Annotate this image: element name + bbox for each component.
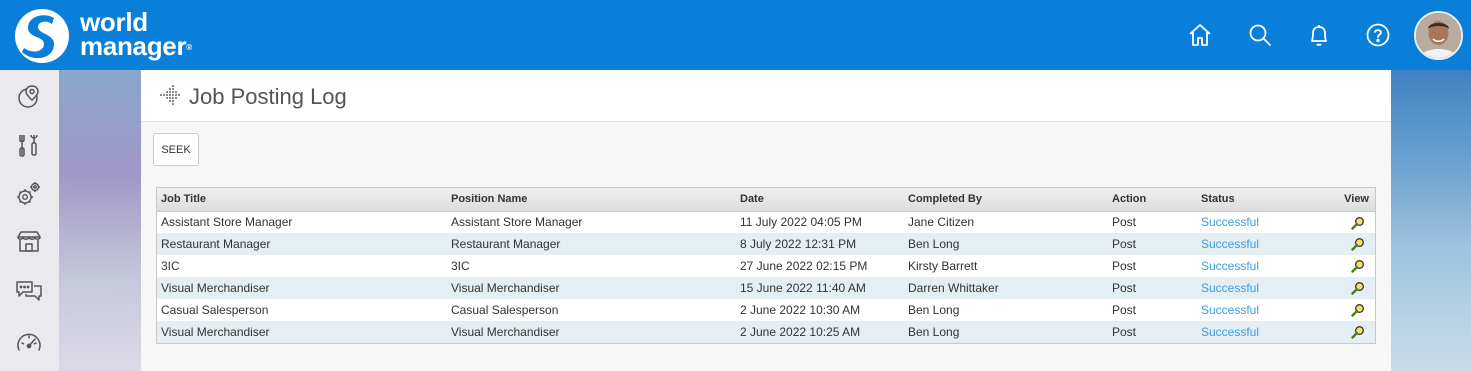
cell-job-title: Restaurant Manager xyxy=(157,233,447,255)
cell-completed-by: Kirsty Barrett xyxy=(908,259,978,273)
main-panel: Job Posting Log SEEK Job Title Position … xyxy=(141,70,1391,371)
tools-icon xyxy=(19,134,38,157)
cell-status-link[interactable]: Successful xyxy=(1197,211,1307,233)
cell-position-name: Casual Salesperson xyxy=(451,303,559,317)
cell-position-name: Assistant Store Manager xyxy=(451,215,583,230)
cell-date: 15 June 2022 11:40 AM xyxy=(736,277,904,299)
sidebar-item-settings[interactable] xyxy=(14,178,44,208)
cell-action: Post xyxy=(1112,215,1137,230)
logo-reg-mark: ® xyxy=(186,43,192,52)
cell-status-link[interactable]: Successful xyxy=(1197,255,1307,277)
column-header-status[interactable]: Status xyxy=(1197,188,1307,212)
magnifier-view-icon[interactable] xyxy=(1351,259,1365,274)
gears-icon xyxy=(17,182,40,205)
table-row: Casual Salesperson Casual Salesperson 2 … xyxy=(157,299,1375,321)
cell-view xyxy=(1307,277,1375,299)
cell-job-title: 3IC xyxy=(161,259,180,273)
home-button[interactable] xyxy=(1185,20,1215,50)
cell-action: Post xyxy=(1108,321,1197,343)
logo-line-2: manager xyxy=(80,31,187,61)
sidebar-item-dashboard[interactable] xyxy=(14,328,44,358)
logo-mark-icon xyxy=(15,9,69,63)
cell-position-name: 3IC xyxy=(451,259,470,273)
notifications-button[interactable] xyxy=(1304,20,1334,50)
top-bar: world manager® xyxy=(0,0,1471,70)
map-pin-icon xyxy=(18,85,39,108)
cell-job-title: Visual Merchandiser xyxy=(157,277,447,299)
table-row: 3IC 3IC 27 June 2022 02:15 PM Kirsty Bar… xyxy=(157,255,1375,277)
cell-date: 27 June 2022 02:15 PM xyxy=(740,259,868,273)
cell-job-title: Casual Salesperson xyxy=(161,303,269,317)
arrow-dots-icon xyxy=(160,85,180,105)
cell-date: 2 June 2022 10:25 AM xyxy=(736,321,904,343)
cell-view xyxy=(1307,211,1375,233)
magnifier-view-icon[interactable] xyxy=(1351,325,1365,340)
store-icon xyxy=(17,231,41,252)
cell-status-link[interactable]: Successful xyxy=(1197,321,1307,343)
search-button[interactable] xyxy=(1245,20,1275,50)
world-manager-logo[interactable]: world manager® xyxy=(14,8,234,64)
table-row: Visual Merchandiser Visual Merchandiser … xyxy=(157,321,1375,343)
cell-status-link[interactable]: Successful xyxy=(1197,277,1307,299)
speedometer-icon xyxy=(17,333,41,351)
cell-job-title: Assistant Store Manager xyxy=(161,215,293,230)
table-row: Assistant Store Manager Assistant Store … xyxy=(157,211,1375,233)
column-header-position-name[interactable]: Position Name xyxy=(447,188,736,212)
table-row: Restaurant Manager Restaurant Manager 8 … xyxy=(157,233,1375,255)
magnifier-view-icon[interactable] xyxy=(1351,303,1365,318)
cell-status-link[interactable]: Successful xyxy=(1197,233,1307,255)
logo-text: world manager® xyxy=(80,9,192,61)
cell-position-name: Visual Merchandiser xyxy=(447,321,736,343)
cell-view xyxy=(1307,299,1375,321)
sidebar-item-stores[interactable] xyxy=(14,227,44,257)
column-header-date[interactable]: Date xyxy=(736,188,904,212)
page-title: Job Posting Log xyxy=(189,84,347,109)
column-header-completed-by[interactable]: Completed By xyxy=(904,188,1108,212)
sidebar xyxy=(0,70,59,371)
avatar-photo xyxy=(1416,13,1461,58)
page-header: Job Posting Log xyxy=(141,70,1391,122)
cell-date: 2 June 2022 10:30 AM xyxy=(740,303,861,317)
chat-icon xyxy=(16,281,42,301)
sidebar-item-messages[interactable] xyxy=(14,276,44,306)
cell-completed-by: Jane Citizen xyxy=(908,215,975,230)
cell-view xyxy=(1307,321,1375,343)
cell-view xyxy=(1307,233,1375,255)
cell-completed-by: Ben Long xyxy=(904,233,1108,255)
cell-action: Post xyxy=(1108,277,1197,299)
cell-date: 8 July 2022 12:31 PM xyxy=(736,233,904,255)
cell-job-title: Visual Merchandiser xyxy=(157,321,447,343)
background-left xyxy=(59,70,141,371)
help-button[interactable] xyxy=(1363,20,1393,50)
cell-completed-by: Ben Long xyxy=(904,321,1108,343)
user-avatar[interactable] xyxy=(1414,11,1463,60)
cell-position-name: Visual Merchandiser xyxy=(447,277,736,299)
sidebar-item-tools[interactable] xyxy=(14,130,44,160)
search-icon xyxy=(1249,24,1271,46)
help-icon xyxy=(1366,23,1390,47)
table-row: Visual Merchandiser Visual Merchandiser … xyxy=(157,277,1375,299)
magnifier-view-icon[interactable] xyxy=(1351,216,1365,230)
cell-action: Post xyxy=(1108,233,1197,255)
cell-date: 11 July 2022 04:05 PM xyxy=(740,215,862,230)
table-header-row: Job Title Position Name Date Completed B… xyxy=(157,188,1375,212)
cell-position-name: Restaurant Manager xyxy=(447,233,736,255)
job-posting-table: Job Title Position Name Date Completed B… xyxy=(156,187,1376,344)
magnifier-view-icon[interactable] xyxy=(1351,281,1365,296)
magnifier-view-icon[interactable] xyxy=(1351,237,1365,252)
home-icon xyxy=(1189,24,1211,46)
cell-action: Post xyxy=(1112,259,1137,273)
cell-view xyxy=(1307,255,1375,277)
background-right xyxy=(1391,70,1471,371)
cell-completed-by: Ben Long xyxy=(908,303,960,317)
cell-completed-by: Darren Whittaker xyxy=(904,277,1108,299)
column-header-job-title[interactable]: Job Title xyxy=(157,188,447,212)
cell-status-link[interactable]: Successful xyxy=(1197,299,1307,321)
sidebar-item-locations[interactable] xyxy=(14,82,44,112)
column-header-view[interactable]: View xyxy=(1307,188,1375,212)
bell-icon xyxy=(1311,25,1327,46)
seek-button[interactable]: SEEK xyxy=(153,133,199,166)
column-header-action[interactable]: Action xyxy=(1108,188,1197,212)
cell-action: Post xyxy=(1112,303,1137,317)
